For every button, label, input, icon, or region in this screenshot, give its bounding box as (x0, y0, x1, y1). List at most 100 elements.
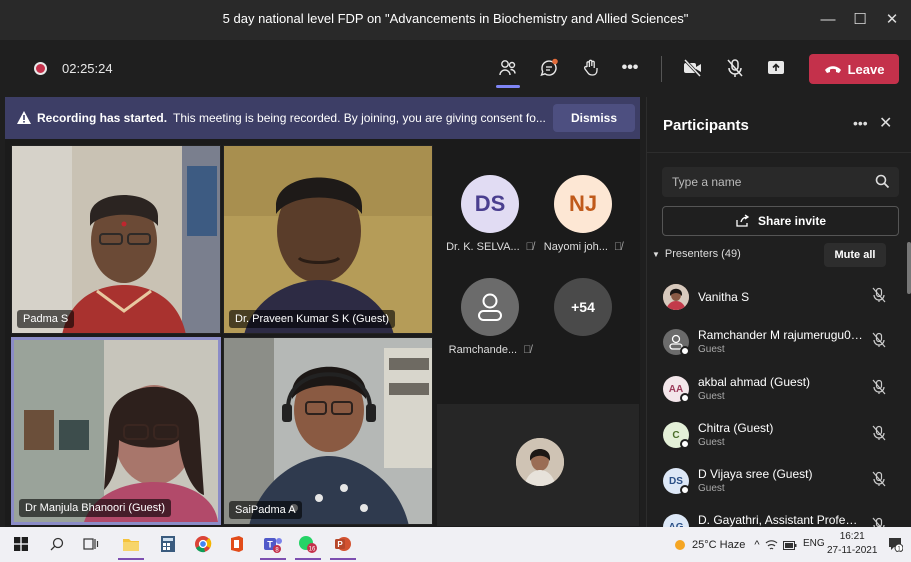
calculator-icon[interactable] (157, 533, 179, 555)
banner-title: Recording has started. (37, 111, 168, 125)
video-tile-padma[interactable]: Padma S (11, 145, 221, 334)
recording-indicator-icon (34, 62, 47, 75)
active-app-indicator (118, 558, 144, 560)
notifications-icon[interactable]: 1 (884, 533, 906, 555)
taskbar: T8 16 P 25°C Haze ^ ENG 16:21 27-11-2021… (0, 527, 911, 562)
share-invite-button[interactable]: Share invite (662, 206, 899, 236)
participant-name: D. Gayathri, Assistant Profess... (698, 513, 863, 527)
search-icon[interactable] (875, 174, 890, 189)
participant-name: D Vijaya sree (Guest) (698, 467, 813, 481)
avatar-tile-nayomi[interactable]: NJ Nayomi joh... 🎙̸ (538, 175, 628, 253)
dismiss-button[interactable]: Dismiss (553, 104, 635, 132)
participant-name: Chitra (Guest) (698, 421, 774, 435)
participant-name: Ramchander M rajumerugu01... (698, 328, 863, 342)
avatar-tile-ramchander[interactable]: Ramchande... 🎙̸ (445, 278, 535, 356)
clock-time: 16:21 (839, 531, 865, 542)
video-tile-praveen[interactable]: Dr. Praveen Kumar S K (Guest) (223, 145, 433, 334)
mic-off-icon[interactable] (719, 52, 751, 84)
people-icon[interactable] (492, 52, 524, 84)
task-view-icon[interactable] (80, 533, 102, 555)
tile-name: SaiPadma A (229, 501, 302, 519)
search-input[interactable] (672, 167, 862, 197)
avatar-label: Ramchande... (448, 344, 518, 356)
panel-title: Participants (663, 117, 749, 134)
mic-off-icon[interactable] (871, 287, 887, 303)
reactions-icon[interactable] (575, 52, 607, 84)
participant-video (224, 338, 432, 524)
mic-off-icon: 🎙̸ (613, 241, 623, 253)
share-invite-label: Share invite (757, 214, 827, 228)
mic-off-icon[interactable] (871, 471, 887, 487)
share-screen-icon[interactable] (760, 52, 792, 84)
phone-icon (824, 66, 841, 73)
chevron-up-icon[interactable]: ^ (754, 539, 759, 551)
overflow-count: +54 (554, 278, 612, 336)
more-icon[interactable]: ••• (614, 52, 646, 84)
svg-text:P: P (337, 540, 343, 549)
battery-icon[interactable] (782, 540, 797, 550)
video-tile-manjula[interactable]: Dr Manjula Bhanoori (Guest) (11, 337, 221, 525)
chat-icon[interactable] (533, 52, 565, 84)
mute-all-button[interactable]: Mute all (824, 243, 886, 267)
list-item[interactable]: C Chitra (Guest) Guest (663, 418, 893, 458)
meeting-timer: 02:25:24 (62, 61, 113, 76)
recording-banner: Recording has started. This meeting is b… (5, 97, 640, 139)
list-item[interactable]: Vanitha S (663, 280, 893, 320)
banner-message: This meeting is being recorded. By joini… (173, 111, 546, 125)
language-indicator[interactable]: ENG (803, 538, 825, 549)
camera-off-icon[interactable] (677, 52, 709, 84)
chrome-icon[interactable] (192, 533, 214, 555)
self-view[interactable] (437, 402, 639, 526)
mic-off-icon[interactable] (871, 517, 887, 527)
panel-divider (647, 152, 911, 153)
avatar-tile-selva[interactable]: DS Dr. K. SELVA... 🎙̸ (445, 175, 535, 253)
avatar: NJ (554, 175, 612, 233)
whatsapp-icon[interactable]: 16 (297, 533, 319, 555)
participant-role: Guest (698, 437, 725, 448)
toolbar-divider (661, 56, 662, 82)
list-item[interactable]: AA akbal ahmad (Guest) Guest (663, 372, 893, 412)
minimize-icon[interactable]: — (814, 6, 842, 34)
close-icon[interactable]: ✕ (878, 6, 906, 34)
scrollbar[interactable] (907, 242, 911, 294)
whatsapp-badge: 16 (309, 547, 316, 553)
mic-off-icon: 🎙̸ (525, 241, 534, 253)
avatar: AG (663, 514, 689, 527)
leave-label: Leave (847, 61, 885, 77)
more-options-icon[interactable]: ••• (853, 115, 868, 131)
window-title: 5 day national level FDP on "Advancement… (222, 11, 689, 26)
list-item[interactable]: AG D. Gayathri, Assistant Profess... (663, 510, 893, 527)
clock-date: 27-11-2021 (827, 545, 878, 556)
office-icon[interactable] (226, 533, 248, 555)
svg-text:T: T (267, 540, 273, 550)
search-icon[interactable] (46, 533, 68, 555)
close-panel-icon[interactable]: ✕ (879, 113, 892, 133)
powerpoint-icon[interactable]: P (332, 533, 354, 555)
presenters-section-header[interactable]: ▼ Presenters (49) (652, 248, 741, 260)
maximize-icon[interactable]: ☐ (846, 6, 874, 34)
participant-role: Guest (698, 483, 725, 494)
teams-icon[interactable]: T8 (262, 533, 284, 555)
wifi-icon[interactable] (765, 539, 778, 551)
windows-start-icon[interactable] (10, 533, 32, 555)
file-explorer-icon[interactable] (120, 533, 142, 555)
tile-name: Padma S (17, 310, 75, 328)
self-avatar (516, 438, 564, 486)
search-box[interactable] (662, 167, 899, 197)
more-participants-tile[interactable]: +54 (538, 278, 628, 336)
leave-button[interactable]: Leave (809, 54, 899, 84)
active-app-indicator (330, 558, 356, 560)
video-tile-saipadma[interactable]: SaiPadma A (223, 337, 433, 525)
weather-widget[interactable]: 25°C Haze ^ (673, 538, 797, 552)
list-item[interactable]: DS D Vijaya sree (Guest) Guest (663, 464, 893, 504)
avatar: DS (461, 175, 519, 233)
list-item[interactable]: Ramchander M rajumerugu01... Guest (663, 325, 893, 365)
mic-off-icon[interactable] (871, 425, 887, 441)
participant-video (224, 146, 432, 333)
mic-off-icon: 🎙̸ (523, 344, 532, 356)
mic-off-icon[interactable] (871, 332, 887, 348)
share-icon (736, 214, 750, 227)
clock[interactable]: 16:21 27-11-2021 (827, 530, 877, 558)
warning-icon (17, 111, 31, 124)
mic-off-icon[interactable] (871, 379, 887, 395)
